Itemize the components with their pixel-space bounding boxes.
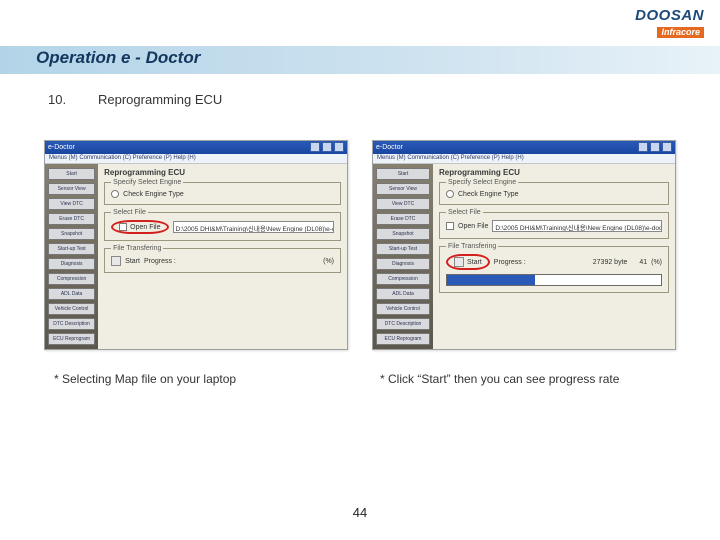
brand-name: DOOSAN [635, 8, 704, 23]
screenshot-row: e-Doctor Menus (M) Communication (C) Pre… [44, 140, 676, 350]
sidebar-item[interactable]: Sensor View [376, 183, 430, 195]
caption-left: * Selecting Map file on your laptop [54, 372, 236, 386]
sidebar-item[interactable]: Start [48, 168, 95, 180]
sidebar-item[interactable]: Erase DTC [48, 213, 95, 225]
start-highlight: Start [446, 254, 490, 270]
progress-fill [447, 275, 535, 285]
brand-logo: DOOSAN Infracore [635, 8, 704, 39]
sidebar-item[interactable]: Vehicle Control [48, 303, 95, 315]
file-transfer-legend: File Transfering [111, 245, 163, 252]
open-file-icon[interactable] [446, 222, 454, 230]
percent-unit: (%) [323, 258, 334, 265]
open-file-highlight: Open File [111, 220, 168, 234]
main-panel: Reprogramming ECU Specify Select Engine … [433, 164, 675, 349]
file-transfer-legend: File Transfering [446, 243, 498, 250]
engine-select-group: Specify Select Engine Check Engine Type [104, 179, 341, 205]
select-file-legend: Select File [446, 209, 483, 216]
section-heading: Reprogramming ECU [98, 92, 222, 107]
percent-unit: (%) [651, 259, 662, 266]
screenshot-right: e-Doctor Menus (M) Communication (C) Pre… [372, 140, 676, 350]
open-file-label[interactable]: Open File [130, 224, 160, 231]
sidebar-item[interactable]: Compression [376, 273, 430, 285]
file-path-field[interactable]: D:\2005 DHI&M\Training\신내용\New Engine (D… [173, 221, 334, 233]
sidebar-item[interactable]: Erase DTC [376, 213, 430, 225]
panel-heading: Reprogramming ECU [439, 168, 669, 177]
sidebar-item[interactable]: Start [376, 168, 430, 180]
engine-type-label: Check Engine Type [458, 191, 519, 198]
engine-type-radio[interactable] [446, 190, 454, 198]
app-menubar[interactable]: Menus (M) Communication (C) Preference (… [45, 154, 347, 164]
sidebar-item[interactable]: Snapshot [376, 228, 430, 240]
file-transfer-group: File Transfering Start Progress : 27392 … [439, 243, 669, 293]
bytes-transferred: 27392 byte [593, 259, 628, 266]
window-title-text: e-Doctor [48, 144, 75, 151]
slide-title: Operation e - Doctor [36, 48, 200, 68]
engine-select-legend: Specify Select Engine [111, 179, 183, 186]
sidebar-item[interactable]: Snapshot [48, 228, 95, 240]
media-player-icon [454, 257, 464, 267]
sidebar-item[interactable]: ECU Reprogram [48, 333, 95, 345]
panel-heading: Reprogramming ECU [104, 168, 341, 177]
sidebar-item[interactable]: Start-up Test [48, 243, 95, 255]
sidebar-item[interactable]: DTC Description [376, 318, 430, 330]
sidebar-item[interactable]: DTC Description [48, 318, 95, 330]
sidebar-item[interactable]: ECU Reprogram [376, 333, 430, 345]
engine-select-group: Specify Select Engine Check Engine Type [439, 179, 669, 205]
select-file-group: Select File Open File D:\2005 DHI&M\Trai… [104, 209, 341, 241]
start-button[interactable]: Start [125, 258, 140, 265]
main-panel: Reprogramming ECU Specify Select Engine … [98, 164, 347, 349]
sidebar: Start Sensor View View DTC Erase DTC Sna… [373, 164, 433, 349]
sidebar-item[interactable]: Vehicle Control [376, 303, 430, 315]
sidebar-item[interactable]: View DTC [376, 198, 430, 210]
section-number: 10. [48, 92, 66, 107]
sidebar-item[interactable]: Compression [48, 273, 95, 285]
select-file-group: Select File Open File D:\2005 DHI&M\Trai… [439, 209, 669, 239]
sidebar-item[interactable]: ADL Data [376, 288, 430, 300]
progress-label: Progress : [144, 258, 176, 265]
window-controls[interactable] [310, 142, 344, 152]
file-path-field[interactable]: D:\2005 DHI&M\Training\신내용\New Engine (D… [492, 220, 662, 232]
caption-right: * Click “Start” then you can see progres… [380, 372, 619, 386]
open-file-icon[interactable] [119, 223, 127, 231]
open-file-label[interactable]: Open File [458, 223, 488, 230]
sidebar-item[interactable]: Start-up Test [376, 243, 430, 255]
sidebar-item[interactable]: Diagnosis [376, 258, 430, 270]
sidebar-item[interactable]: ADL Data [48, 288, 95, 300]
engine-select-legend: Specify Select Engine [446, 179, 518, 186]
app-menubar[interactable]: Menus (M) Communication (C) Preference (… [373, 154, 675, 164]
select-file-legend: Select File [111, 209, 148, 216]
sidebar-item[interactable]: View DTC [48, 198, 95, 210]
sidebar-item[interactable]: Sensor View [48, 183, 95, 195]
sidebar-item[interactable]: Diagnosis [48, 258, 95, 270]
window-title-text: e-Doctor [376, 144, 403, 151]
percent-value: 41 [639, 259, 647, 266]
engine-type-label: Check Engine Type [123, 191, 184, 198]
progress-label: Progress : [494, 259, 526, 266]
page-number: 44 [0, 505, 720, 520]
engine-type-radio[interactable] [111, 190, 119, 198]
window-titlebar: e-Doctor [373, 141, 675, 154]
file-transfer-group: File Transfering Start Progress : (%) [104, 245, 341, 273]
screenshot-left: e-Doctor Menus (M) Communication (C) Pre… [44, 140, 348, 350]
brand-subname: Infracore [657, 27, 704, 38]
window-titlebar: e-Doctor [45, 141, 347, 154]
progress-bar [446, 274, 662, 286]
start-button[interactable]: Start [467, 259, 482, 266]
window-controls[interactable] [638, 142, 672, 152]
media-player-icon [111, 256, 121, 266]
sidebar: Start Sensor View View DTC Erase DTC Sna… [45, 164, 98, 349]
